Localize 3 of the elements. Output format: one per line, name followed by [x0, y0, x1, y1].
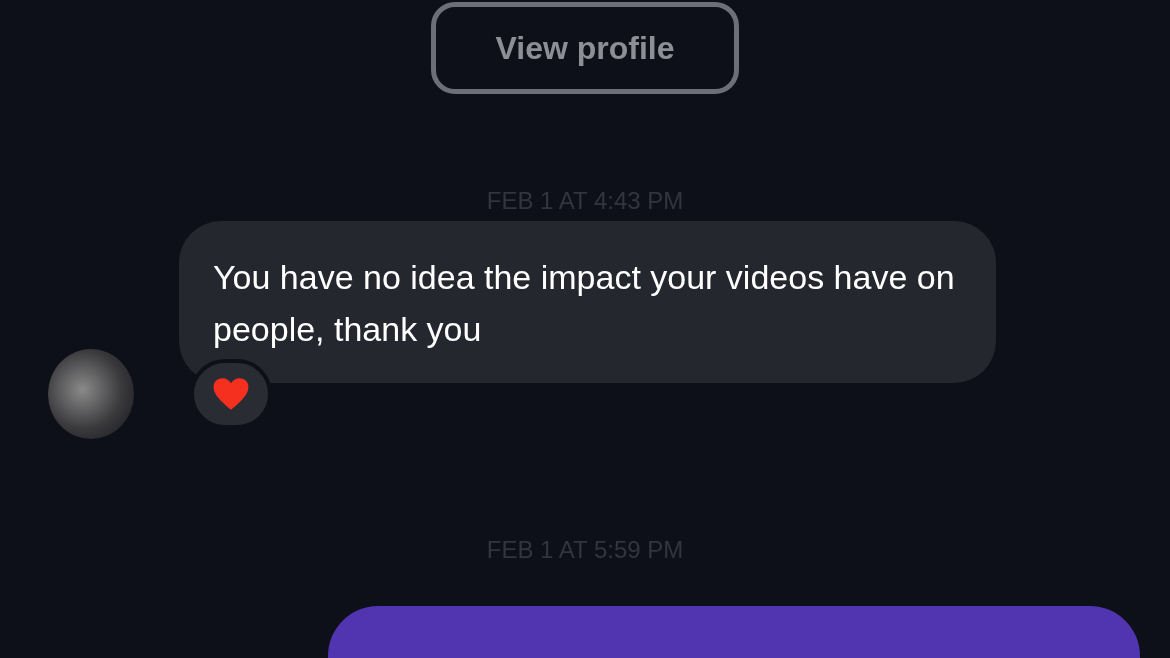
heart-icon	[212, 376, 250, 412]
message-bubble: You have no idea the impact your videos have on people, thank you	[179, 221, 996, 383]
view-profile-button[interactable]: View profile	[431, 2, 739, 94]
